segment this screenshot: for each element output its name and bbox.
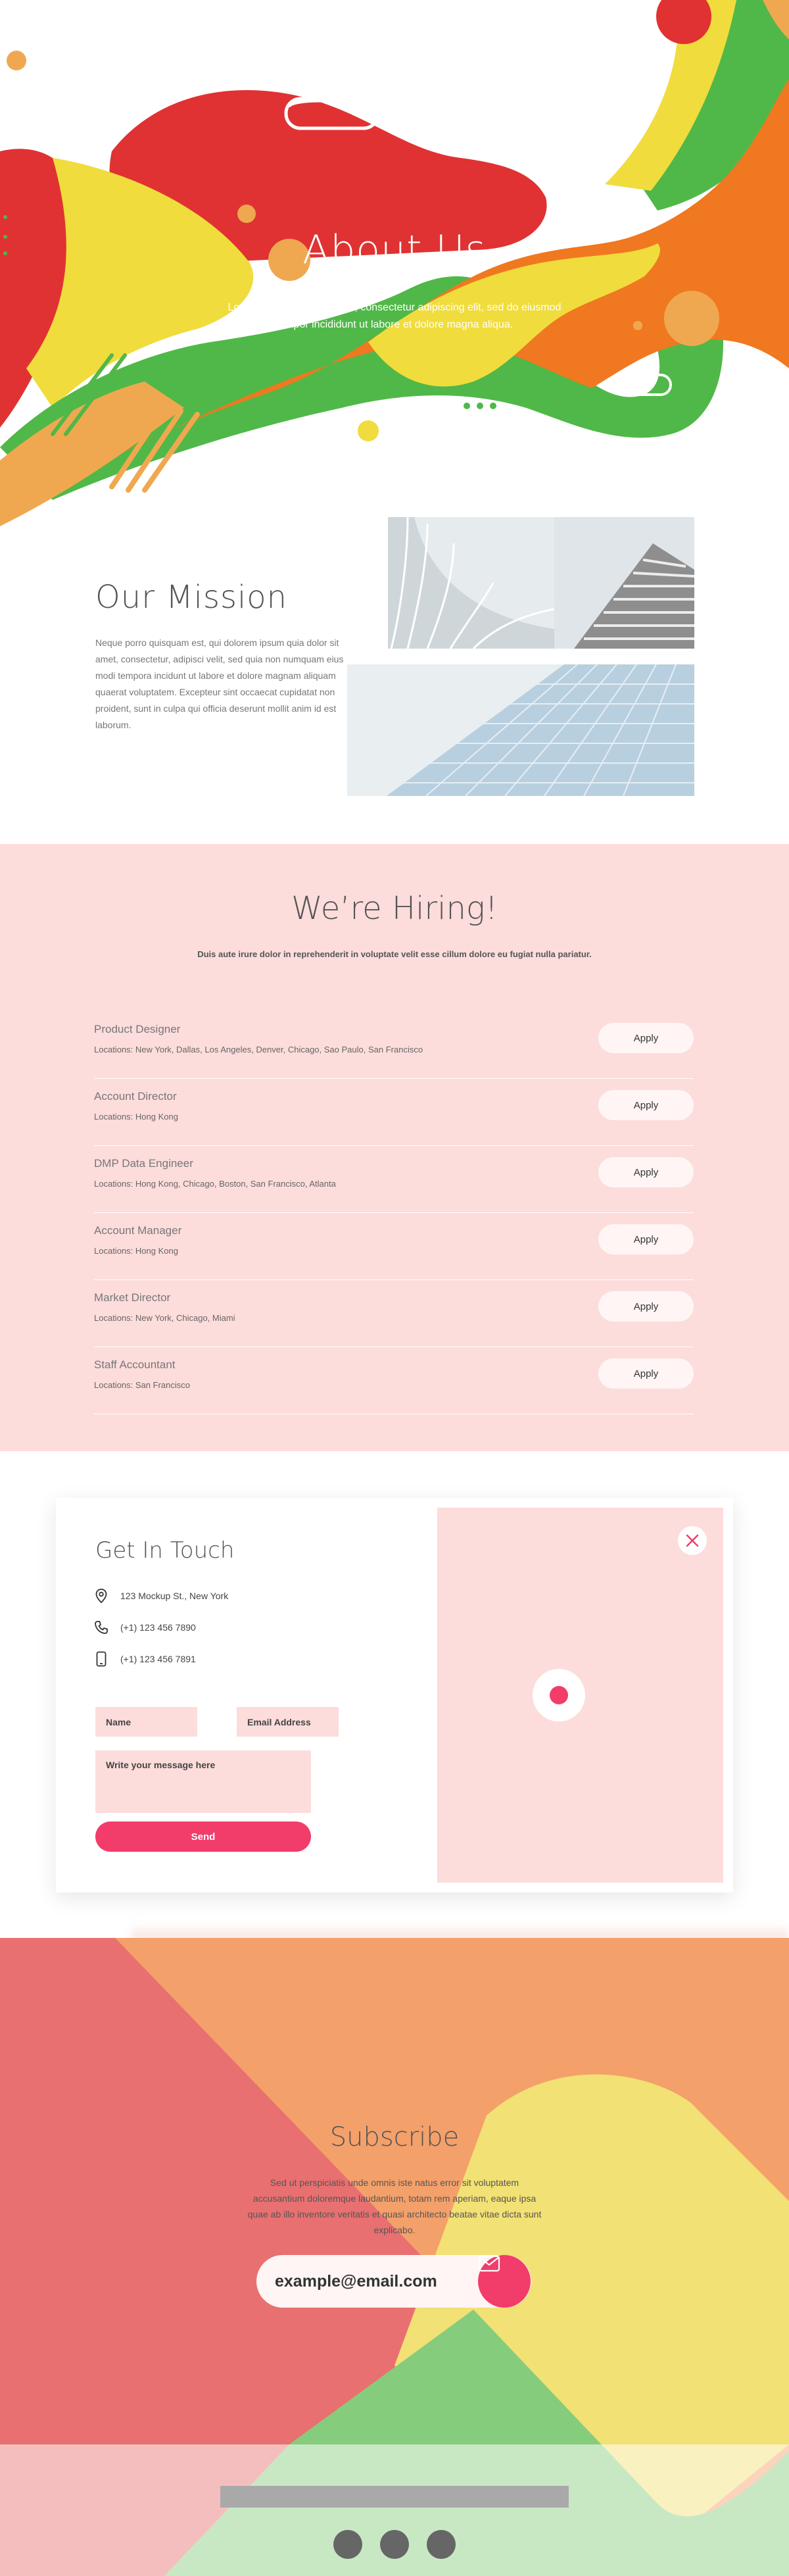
name-field[interactable] xyxy=(95,1707,197,1737)
contact-phone: (+1) 123 456 7890 xyxy=(94,1620,196,1635)
job-locations: Locations: Hong Kong, Chicago, Boston, S… xyxy=(94,1179,336,1189)
job-list: Product Designer Locations: New York, Da… xyxy=(94,1012,694,1414)
apply-button[interactable]: Apply xyxy=(598,1157,694,1187)
hero-section: About Us Lorem ipsum dolor sit amet, con… xyxy=(0,0,789,526)
map-marker-dot xyxy=(550,1686,568,1704)
glass-building-photo xyxy=(347,664,694,796)
job-row: DMP Data Engineer Locations: Hong Kong, … xyxy=(94,1146,694,1213)
architecture-photo-2 xyxy=(554,517,694,649)
address-text: 123 Mockup St., New York xyxy=(120,1591,229,1601)
map-panel[interactable] xyxy=(437,1508,723,1883)
job-locations: Locations: San Francisco xyxy=(94,1380,190,1390)
job-title: DMP Data Engineer xyxy=(94,1157,193,1170)
close-button[interactable] xyxy=(678,1526,707,1555)
job-locations: Locations: New York, Chicago, Miami xyxy=(94,1313,235,1323)
apply-button[interactable]: Apply xyxy=(598,1358,694,1389)
phone-icon xyxy=(94,1620,108,1635)
contact-mobile: (+1) 123 456 7891 xyxy=(94,1651,196,1667)
footer-bar xyxy=(220,2486,569,2508)
email-field[interactable] xyxy=(237,1707,339,1737)
subscribe-section: Subscribe Sed ut perspiciatis unde omnis… xyxy=(0,1938,789,2576)
social-link-1[interactable] xyxy=(333,2530,362,2559)
page: About Us Lorem ipsum dolor sit amet, con… xyxy=(0,0,789,2576)
close-icon xyxy=(686,1534,699,1547)
job-locations: Locations: New York, Dallas, Los Angeles… xyxy=(94,1045,423,1054)
hiring-title: We’re Hiring! xyxy=(291,890,498,927)
job-locations: Locations: Hong Kong xyxy=(94,1246,178,1256)
send-button[interactable]: Send xyxy=(95,1821,311,1852)
social-link-2[interactable] xyxy=(380,2530,409,2559)
apply-button[interactable]: Apply xyxy=(598,1023,694,1053)
job-title: Account Manager xyxy=(94,1224,182,1237)
subscribe-title: Subscribe xyxy=(329,2122,460,2152)
job-row: Market Director Locations: New York, Chi… xyxy=(94,1280,694,1347)
mail-icon xyxy=(478,2255,500,2272)
job-locations: Locations: Hong Kong xyxy=(94,1112,178,1122)
contact-title: Get In Touch xyxy=(95,1537,235,1564)
hero-subtitle: Lorem ipsum dolor sit amet, consectetur … xyxy=(227,302,562,330)
subscribe-text: Sed ut perspiciatis unde omnis iste natu… xyxy=(247,2177,542,2235)
job-title: Product Designer xyxy=(94,1023,181,1035)
social-link-3[interactable] xyxy=(427,2530,456,2559)
job-title: Staff Accountant xyxy=(94,1358,176,1371)
mobile-text[interactable]: (+1) 123 456 7891 xyxy=(120,1654,196,1664)
hero-title: About Us xyxy=(302,227,487,273)
apply-button[interactable]: Apply xyxy=(598,1090,694,1120)
hiring-subtitle: Duis aute irure dolor in reprehenderit i… xyxy=(197,949,592,959)
subscribe-button[interactable] xyxy=(478,2255,531,2308)
job-title: Market Director xyxy=(94,1291,171,1304)
job-title: Account Director xyxy=(94,1090,177,1102)
job-row: Account Manager Locations: Hong Kong App… xyxy=(94,1213,694,1280)
job-row: Product Designer Locations: New York, Da… xyxy=(94,1012,694,1079)
mission-body: Neque porro quisquam est, qui dolorem ip… xyxy=(95,637,344,730)
message-field[interactable] xyxy=(95,1750,311,1813)
mobile-icon xyxy=(94,1651,108,1667)
location-pin-icon xyxy=(94,1588,108,1604)
phone-text[interactable]: (+1) 123 456 7890 xyxy=(120,1622,196,1633)
apply-button[interactable]: Apply xyxy=(598,1291,694,1322)
job-row: Staff Accountant Locations: San Francisc… xyxy=(94,1347,694,1414)
job-row: Account Director Locations: Hong Kong Ap… xyxy=(94,1079,694,1146)
map-marker[interactable] xyxy=(533,1669,585,1721)
contact-card: Get In Touch 123 Mockup St., New York (+… xyxy=(56,1498,733,1893)
contact-address: 123 Mockup St., New York xyxy=(94,1588,228,1604)
mission-title: Our Mission xyxy=(95,579,288,616)
hiring-section: We’re Hiring! Duis aute irure dolor in r… xyxy=(0,844,789,1451)
apply-button[interactable]: Apply xyxy=(598,1224,694,1254)
architecture-photo-1 xyxy=(388,517,554,649)
